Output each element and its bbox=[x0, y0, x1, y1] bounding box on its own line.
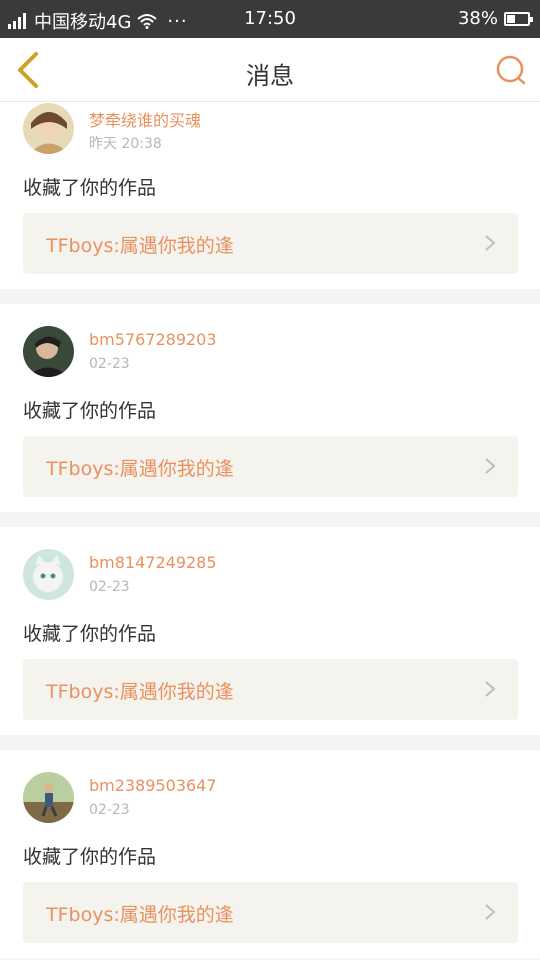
action-text: 收藏了你的作品 bbox=[23, 846, 157, 868]
avatar[interactable] bbox=[23, 549, 74, 600]
message-time: 02-23 bbox=[89, 802, 130, 818]
message-time: 02-23 bbox=[89, 579, 130, 595]
work-title: TFboys:属遇你我的逢 bbox=[46, 904, 234, 926]
status-bar: 中国移动4G ··· 17:50 38% bbox=[0, 0, 540, 38]
chevron-right-icon bbox=[485, 235, 496, 251]
work-card[interactable]: TFboys:属遇你我的逢 bbox=[23, 436, 518, 497]
message-time: 02-23 bbox=[89, 356, 130, 372]
action-text: 收藏了你的作品 bbox=[23, 400, 157, 422]
message-item[interactable]: 梦牵绕谁的买魂 昨天 20:38 收藏了你的作品 TFboys:属遇你我的逢 bbox=[0, 103, 540, 289]
search-icon[interactable] bbox=[494, 52, 530, 88]
battery-icon bbox=[504, 11, 533, 26]
work-card[interactable]: TFboys:属遇你我的逢 bbox=[23, 659, 518, 720]
work-card[interactable]: TFboys:属遇你我的逢 bbox=[23, 213, 518, 274]
work-title: TFboys:属遇你我的逢 bbox=[46, 458, 234, 480]
user-name[interactable]: bm5767289203 bbox=[89, 330, 217, 349]
user-name[interactable]: bm8147249285 bbox=[89, 553, 217, 572]
action-text: 收藏了你的作品 bbox=[23, 623, 157, 645]
avatar[interactable] bbox=[23, 103, 74, 154]
battery-fill bbox=[507, 14, 515, 23]
status-right: 38% bbox=[457, 8, 533, 29]
page-title: 消息 bbox=[246, 62, 294, 90]
work-title: TFboys:属遇你我的逢 bbox=[46, 681, 234, 703]
user-name[interactable]: bm2389503647 bbox=[89, 776, 217, 795]
chevron-right-icon bbox=[485, 681, 496, 697]
message-list[interactable]: 梦牵绕谁的买魂 昨天 20:38 收藏了你的作品 TFboys:属遇你我的逢 b… bbox=[0, 103, 540, 960]
avatar[interactable] bbox=[23, 326, 74, 377]
message-time: 昨天 20:38 bbox=[89, 136, 162, 152]
message-item[interactable]: bm2389503647 02-23 收藏了你的作品 TFboys:属遇你我的逢 bbox=[0, 750, 540, 958]
user-name[interactable]: 梦牵绕谁的买魂 bbox=[89, 107, 201, 131]
work-card[interactable]: TFboys:属遇你我的逢 bbox=[23, 882, 518, 943]
message-item[interactable]: bm8147249285 02-23 收藏了你的作品 TFboys:属遇你我的逢 bbox=[0, 527, 540, 735]
work-title: TFboys:属遇你我的逢 bbox=[46, 235, 234, 257]
avatar[interactable] bbox=[23, 772, 74, 823]
chevron-right-icon bbox=[485, 904, 496, 920]
action-text: 收藏了你的作品 bbox=[23, 177, 157, 199]
battery-percent: 38% bbox=[457, 8, 498, 29]
chevron-right-icon bbox=[485, 458, 496, 474]
nav-bar: 消息 bbox=[0, 38, 540, 102]
message-item[interactable]: bm5767289203 02-23 收藏了你的作品 TFboys:属遇你我的逢 bbox=[0, 304, 540, 512]
